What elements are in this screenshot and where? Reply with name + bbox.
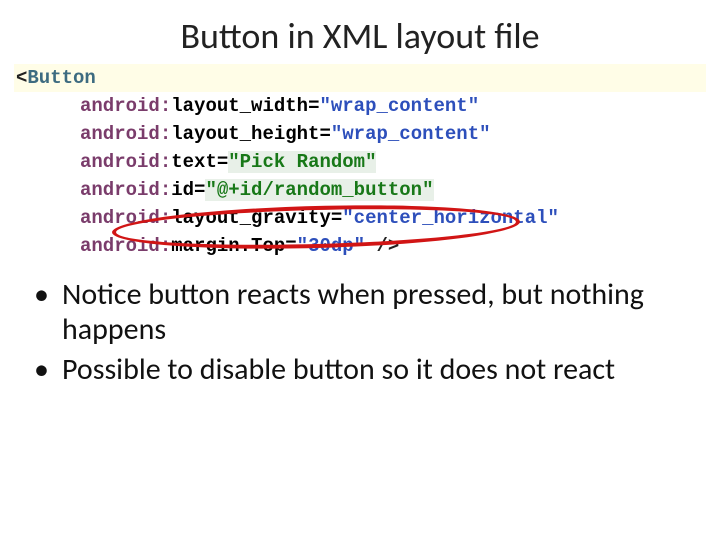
slide-title: Button in XML layout file bbox=[0, 14, 720, 58]
xml-attr-name: text bbox=[171, 151, 217, 173]
xml-attr-value: "wrap_content" bbox=[319, 95, 479, 117]
xml-eq: = bbox=[217, 151, 228, 173]
xml-attr-name: margin.Top bbox=[171, 235, 285, 257]
xml-eq: = bbox=[308, 95, 319, 117]
xml-sep: : bbox=[160, 95, 171, 117]
xml-eq: = bbox=[331, 207, 342, 229]
xml-sep: : bbox=[160, 179, 171, 201]
xml-eq: = bbox=[194, 179, 205, 201]
code-line-open: <Button bbox=[14, 64, 706, 92]
bullet-list: • Notice button reacts when pressed, but… bbox=[28, 278, 692, 388]
xml-sep: : bbox=[160, 207, 171, 229]
bullet-item: • Notice button reacts when pressed, but… bbox=[28, 278, 692, 347]
xml-sep: : bbox=[160, 235, 171, 257]
xml-ns: android bbox=[80, 207, 160, 229]
xml-attr-name: layout_width bbox=[171, 95, 308, 117]
xml-ns: android bbox=[80, 123, 160, 145]
xml-attr-value: "30dp" bbox=[297, 235, 365, 257]
xml-ns: android bbox=[80, 179, 160, 201]
xml-attr-value: "Pick Random" bbox=[228, 151, 376, 173]
code-line-attr: android:layout_width="wrap_content" bbox=[14, 92, 706, 120]
bullet-text: Notice button reacts when pressed, but n… bbox=[62, 278, 692, 347]
xml-sep: : bbox=[160, 151, 171, 173]
code-line-attr: android:text="Pick Random" bbox=[14, 148, 706, 176]
xml-sep: : bbox=[160, 123, 171, 145]
bullet-dot-icon: • bbox=[28, 278, 62, 313]
code-line-attr-last: android:margin.Top="30dp" /> bbox=[14, 232, 706, 260]
bullet-dot-icon: • bbox=[28, 353, 62, 388]
xml-ns: android bbox=[80, 95, 160, 117]
xml-attr-name: layout_height bbox=[171, 123, 319, 145]
code-block: <Button android:layout_width="wrap_conte… bbox=[14, 64, 706, 260]
code-line-attr: android:layout_height="wrap_content" bbox=[14, 120, 706, 148]
xml-attr-name: id bbox=[171, 179, 194, 201]
bullet-text: Possible to disable button so it does no… bbox=[62, 353, 692, 388]
xml-ns: android bbox=[80, 235, 160, 257]
xml-ns: android bbox=[80, 151, 160, 173]
close-tag: /> bbox=[365, 235, 399, 257]
xml-tag-name: Button bbox=[27, 67, 95, 89]
xml-eq: = bbox=[319, 123, 330, 145]
xml-attr-value: "wrap_content" bbox=[331, 123, 491, 145]
bullet-item: • Possible to disable button so it does … bbox=[28, 353, 692, 388]
xml-eq: = bbox=[285, 235, 296, 257]
code-line-attr: android:id="@+id/random_button" bbox=[14, 176, 706, 204]
xml-attr-value: "center_horizontal" bbox=[342, 207, 559, 229]
code-line-attr: android:layout_gravity="center_horizonta… bbox=[14, 204, 706, 232]
xml-attr-value: "@+id/random_button" bbox=[205, 179, 433, 201]
xml-attr-name: layout_gravity bbox=[171, 207, 331, 229]
open-bracket: < bbox=[16, 67, 27, 89]
